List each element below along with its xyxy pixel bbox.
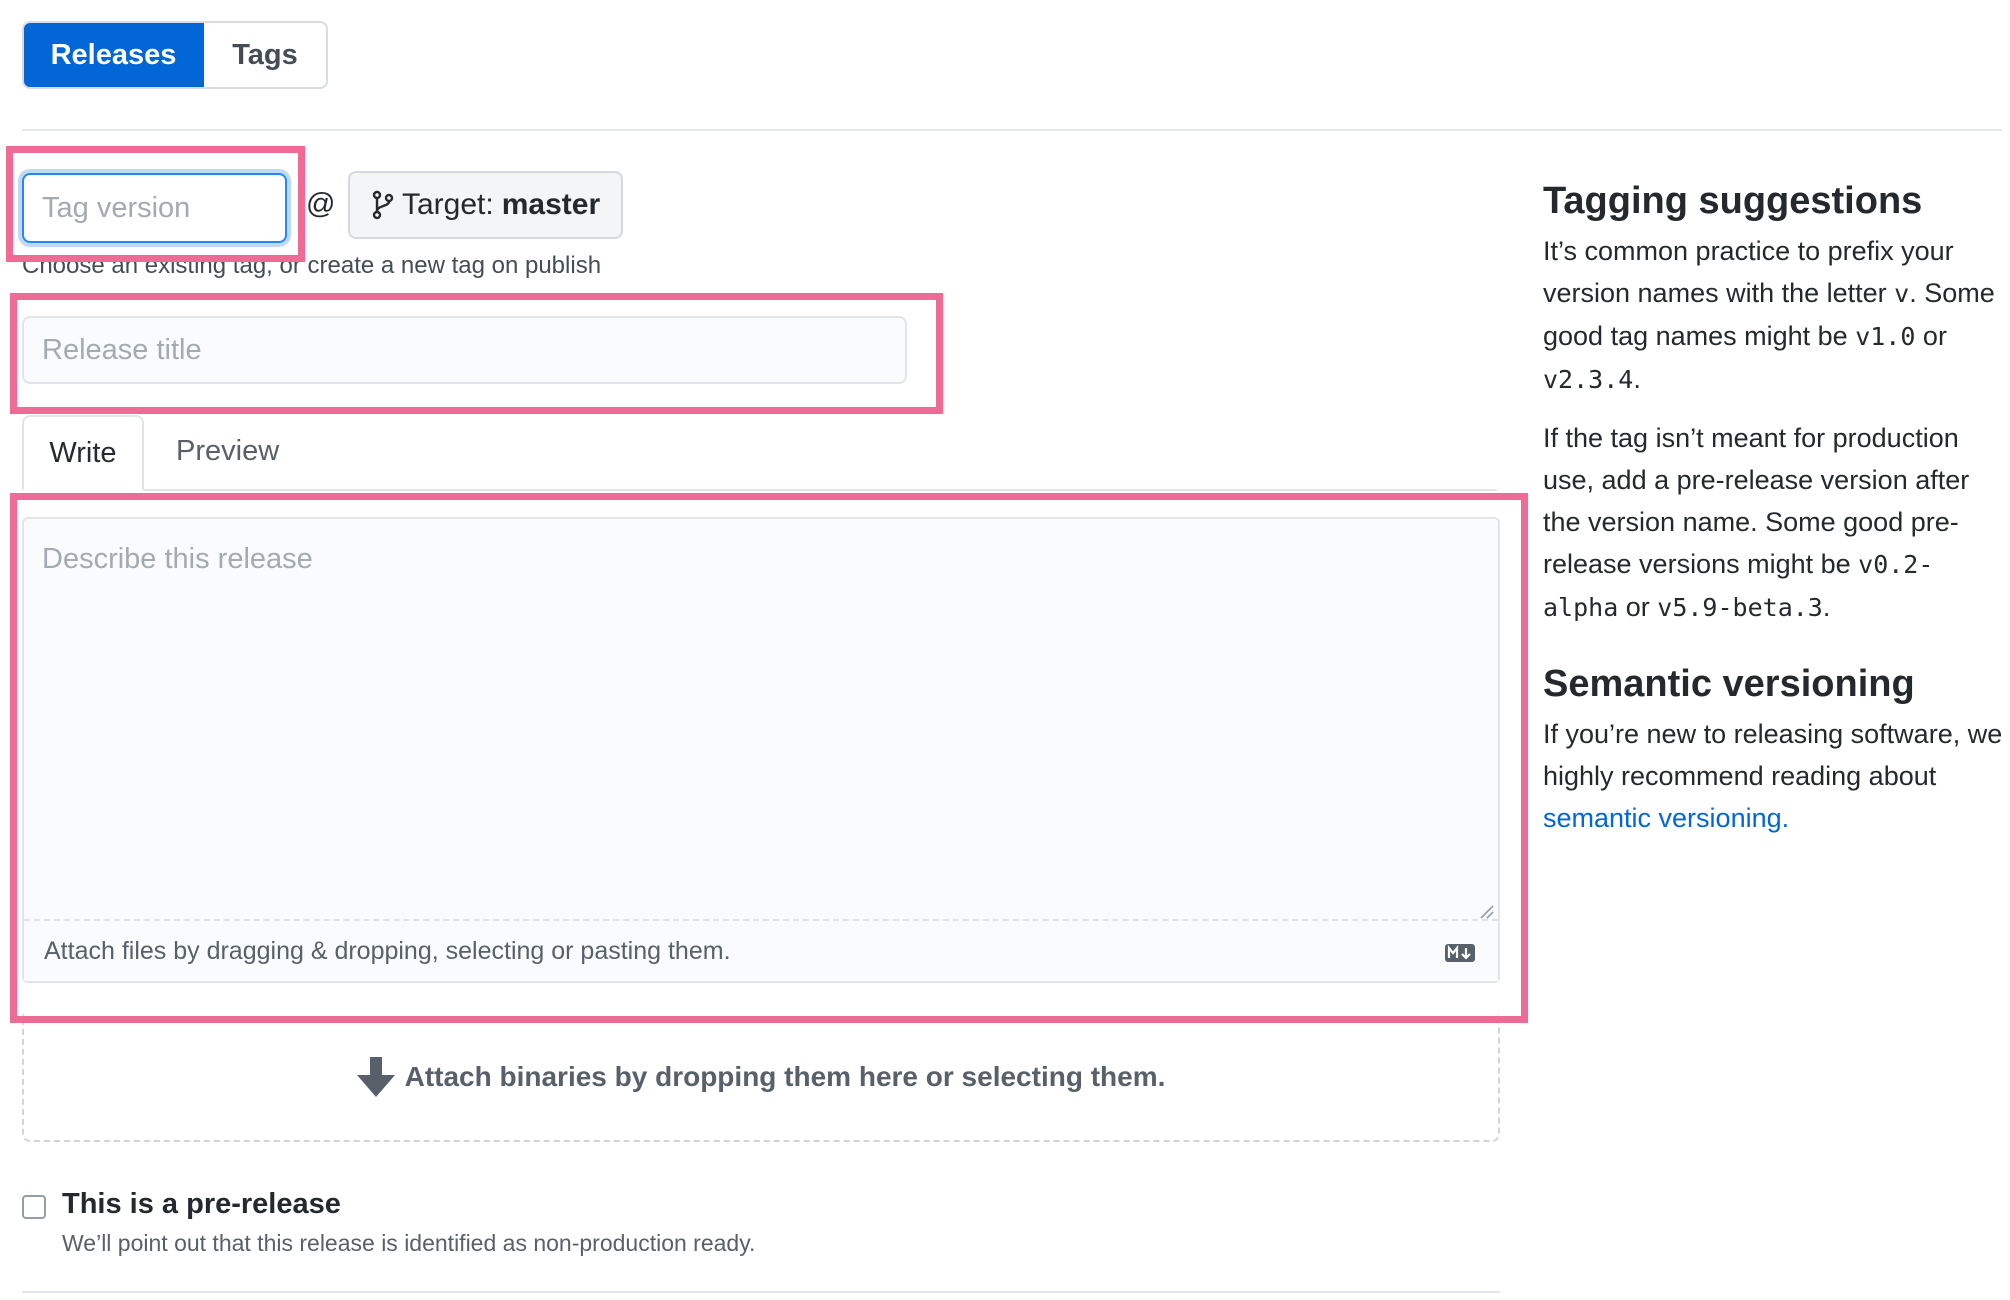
release-description-editor: Attach files by dragging & dropping, sel… [22, 517, 1500, 983]
code-v: v [1894, 279, 1910, 308]
at-sign: @ [306, 188, 336, 220]
target-branch-button[interactable]: Target: master [348, 171, 623, 239]
target-branch-name: master [501, 188, 601, 221]
release-description-input[interactable] [24, 519, 1498, 919]
tagging-text: or [1618, 592, 1658, 622]
tag-hint: Choose an existing tag, or create a new … [22, 252, 602, 279]
tagging-heading: Tagging suggestions [1543, 180, 1923, 222]
tag-version-input[interactable] [22, 173, 287, 243]
tagging-paragraph-1: It’s common practice to prefix your vers… [1543, 230, 2003, 401]
prerelease-checkbox[interactable] [22, 1195, 46, 1219]
prerelease-note: We’ll point out that this release is ide… [62, 1230, 756, 1256]
tags-tab[interactable]: Tags [204, 23, 326, 87]
sidebar: Tagging suggestions It’s common practice… [1543, 176, 2003, 839]
attach-binaries-text: Attach binaries by dropping them here or… [404, 1061, 1166, 1092]
attach-binaries-dropzone[interactable]: Attach binaries by dropping them here or… [22, 1014, 1500, 1142]
attach-files-bar[interactable]: Attach files by dragging & dropping, sel… [24, 919, 1498, 981]
releases-tab[interactable]: Releases [24, 23, 204, 87]
arrow-down-icon [356, 1057, 395, 1097]
tagging-text: . [1633, 364, 1641, 394]
semver-heading: Semantic versioning [1543, 663, 1915, 705]
prerelease-label[interactable]: This is a pre-release [62, 1188, 341, 1221]
tagging-text: It’s common practice to prefix your vers… [1543, 236, 1954, 308]
tagging-paragraph-2: If the tag isn’t meant for production us… [1543, 417, 2003, 629]
resize-grip-icon[interactable] [1478, 903, 1494, 919]
attach-files-text: Attach files by dragging & dropping, sel… [44, 936, 731, 965]
tab-preview[interactable]: Preview [176, 435, 279, 468]
editor-tabs-divider [22, 489, 1497, 491]
git-branch-icon [372, 190, 394, 220]
tagging-text: . [1822, 592, 1831, 622]
bottom-divider [22, 1291, 1500, 1293]
markdown-icon [1445, 944, 1475, 962]
release-title-input[interactable] [22, 316, 907, 384]
tab-write[interactable]: Write [22, 415, 144, 491]
semver-link[interactable]: semantic versioning. [1543, 803, 1789, 833]
tagging-text: or [1915, 321, 1947, 351]
code-v234: v2.3.4 [1543, 365, 1634, 394]
semver-text: If you’re new to releasing software, we … [1543, 719, 2003, 791]
header-divider [22, 129, 2002, 131]
code-v1: v1.0 [1855, 322, 1916, 351]
releases-tags-switch: Releases Tags [22, 21, 328, 89]
code-beta: v5.9-beta.3 [1657, 593, 1823, 622]
semver-paragraph: If you’re new to releasing software, we … [1543, 713, 2003, 839]
target-label: Target: [402, 188, 494, 221]
